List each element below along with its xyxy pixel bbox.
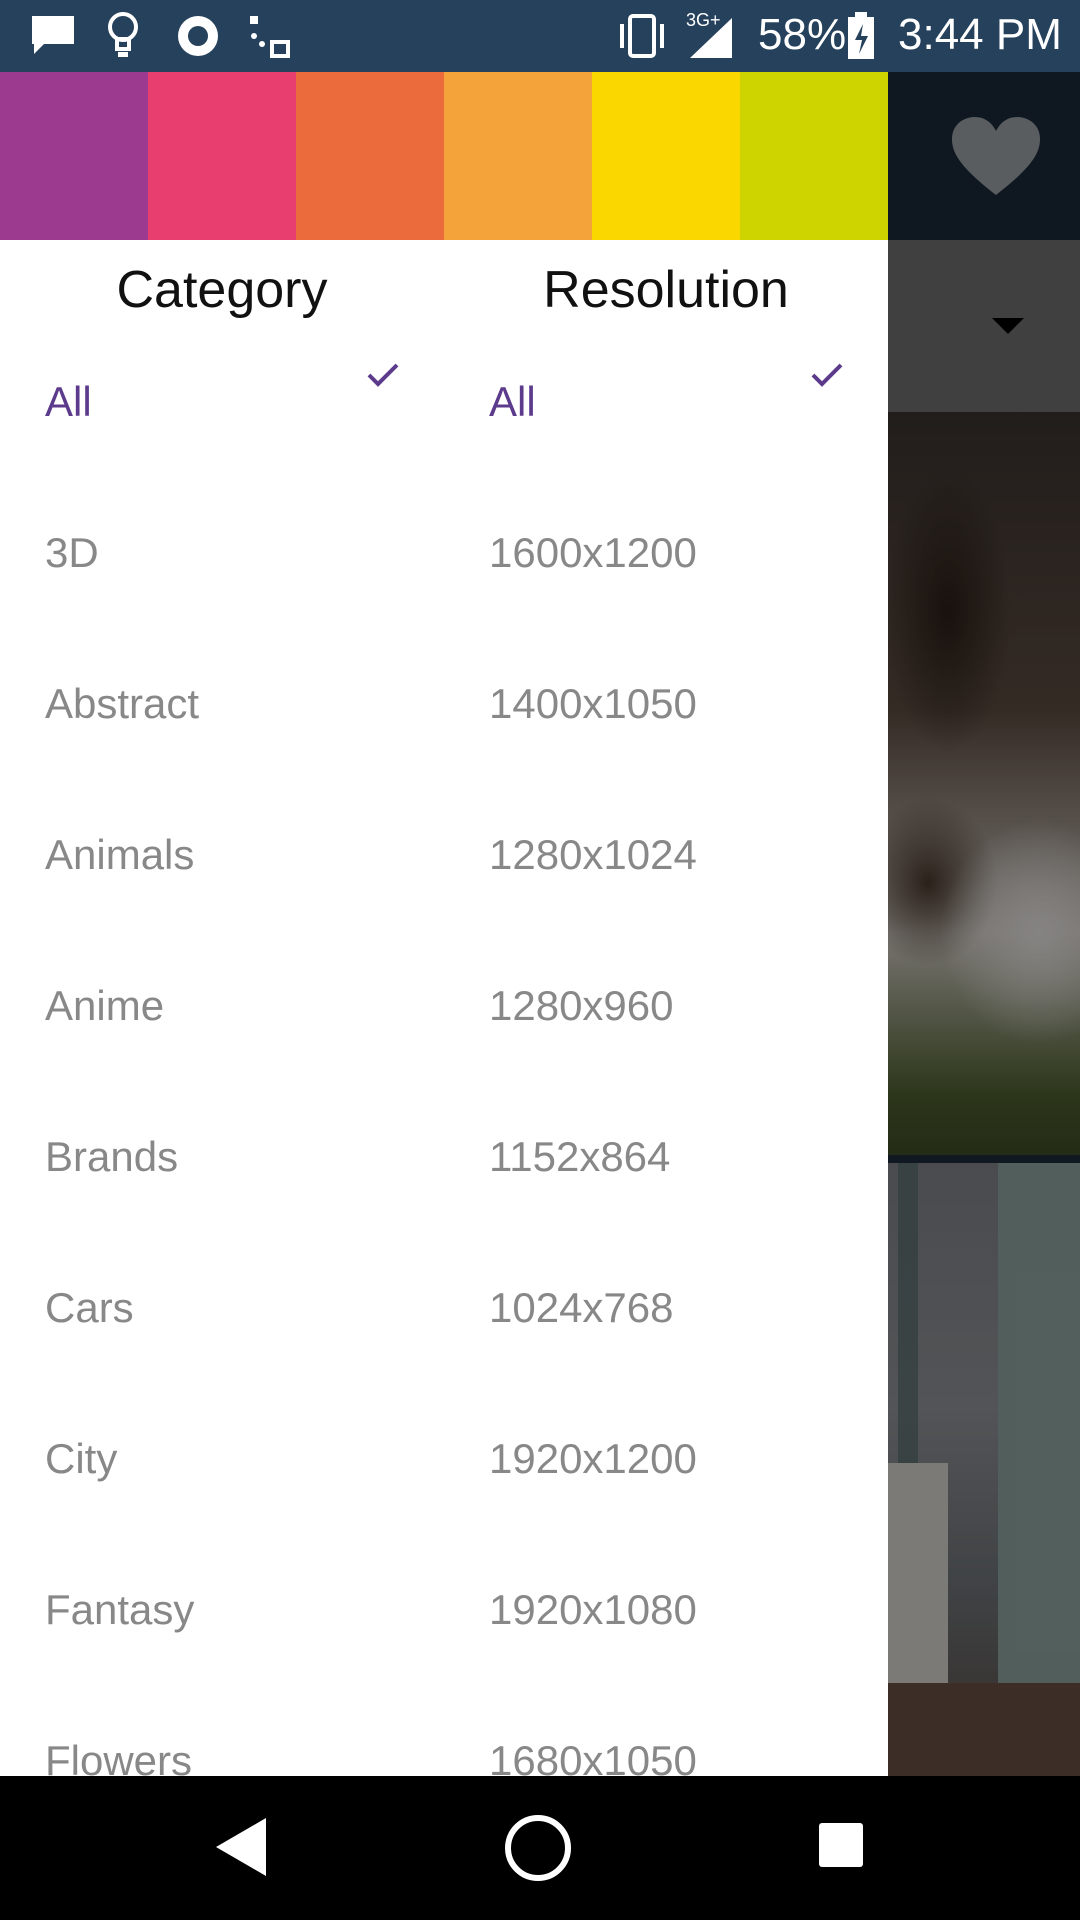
color-swatch[interactable] [148,72,296,240]
category-option-label: Anime [45,982,165,1029]
category-option[interactable]: Flowers [0,1691,444,1776]
resolution-option-label: 1920x1200 [489,1435,697,1482]
resolution-option-label: 1280x1024 [489,831,697,878]
resolution-option[interactable]: 1600x1200 [444,483,888,634]
vibrate-icon [614,12,670,65]
checkmark-icon [810,362,844,393]
resolution-option-label: 1400x1050 [489,680,697,727]
status-bar: 3G+ 58% 3:44 PM [0,0,1080,72]
message-icon [30,14,76,61]
home-icon[interactable] [504,1814,572,1887]
category-option-label: Fantasy [45,1586,195,1633]
checkmark-icon [366,362,400,393]
category-header: Category [116,261,328,319]
category-option-label: Cars [45,1284,134,1331]
signal-icon [686,16,734,63]
lightbulb-icon [106,10,140,65]
resolution-option-label: 1280x960 [489,982,674,1029]
category-option[interactable]: 3D [0,483,444,634]
resolution-option-label: 1024x768 [489,1284,674,1331]
resolution-option[interactable]: 1152x864 [444,1087,888,1238]
battery-percent: 58% [758,10,847,59]
back-icon[interactable] [214,1816,268,1883]
category-option[interactable]: Anime [0,936,444,1087]
resolution-option[interactable]: All [444,332,888,483]
resolution-option-label: 1920x1080 [489,1586,697,1633]
resolution-option-label: 1600x1200 [489,529,697,576]
category-option-label: Flowers [45,1737,193,1776]
battery-charging-icon [846,12,876,65]
cast-icon [248,14,292,63]
resolution-option[interactable]: 1280x960 [444,936,888,1087]
category-option[interactable]: Animals [0,785,444,936]
recents-icon[interactable] [818,1822,864,1873]
resolution-option[interactable]: 1024x768 [444,1238,888,1389]
resolution-option[interactable]: 1920x1200 [444,1389,888,1540]
resolution-option[interactable]: 1680x1050 [444,1691,888,1776]
category-option-label: Animals [45,831,195,878]
record-icon [176,14,220,63]
color-filter-strip [0,72,888,240]
resolution-header: Resolution [543,261,789,319]
resolution-option-label: 1680x1050 [489,1737,697,1776]
resolution-option[interactable]: 1280x1024 [444,785,888,936]
category-list: All 3D Abstract Animals Anime Brands Cars City F… [0,332,444,1776]
category-option-label: City [45,1435,118,1482]
category-option[interactable]: Fantasy [0,1540,444,1691]
color-swatch[interactable] [740,72,888,240]
category-option-label: Abstract [45,680,200,727]
category-option[interactable]: City [0,1389,444,1540]
resolution-list: All 1600x1200 1400x1050 1280x1024 1280x960 11… [444,332,888,1776]
category-option-label: 3D [45,529,99,576]
navigation-bar [0,1776,1080,1920]
category-option-label: All [45,378,92,425]
category-option[interactable]: Abstract [0,634,444,785]
category-option[interactable]: All [0,332,444,483]
color-swatch[interactable] [0,72,148,240]
color-swatch[interactable] [592,72,740,240]
resolution-option-label: 1152x864 [489,1133,671,1180]
resolution-option[interactable]: 1920x1080 [444,1540,888,1691]
color-swatch[interactable] [296,72,444,240]
category-option-label: Brands [45,1133,179,1180]
color-swatch[interactable] [444,72,592,240]
category-option[interactable]: Cars [0,1238,444,1389]
resolution-option-label: All [489,378,536,425]
resolution-option[interactable]: 1400x1050 [444,634,888,785]
category-option[interactable]: Brands [0,1087,444,1238]
clock: 3:44 PM [898,10,1062,59]
filter-drawer: Category Resolution All 3D Abstract Animals… [0,72,888,1776]
